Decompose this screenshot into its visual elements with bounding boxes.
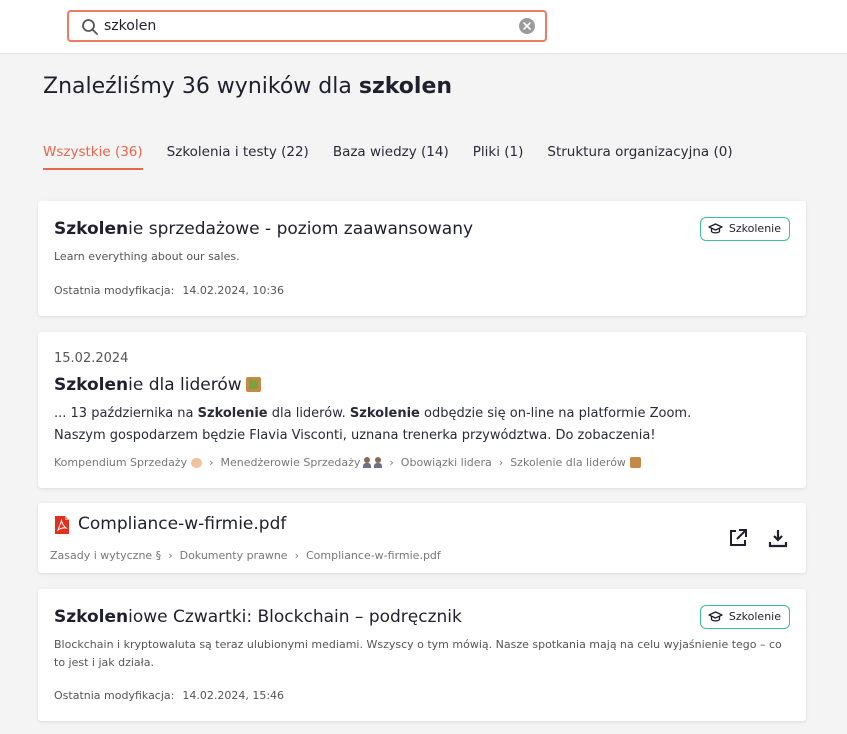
result-description: Blockchain i kryptowaluta są teraz ulubi… [54,638,782,669]
results-heading: Znaleźliśmy 36 wyników dla szkolen [43,74,452,99]
modified-label: Ostatnia modyfikacja: [54,284,175,297]
type-badge: Szkolenie [699,217,790,241]
pdf-file-icon [55,516,69,534]
file-title[interactable]: Compliance-w-firmie.pdf [78,514,286,534]
modified-value: 14.02.2024, 10:36 [182,284,285,297]
modified-label: Ostatnia modyfikacja: [54,689,175,702]
clear-search-icon[interactable] [519,18,535,34]
result-card-file[interactable]: Compliance-w-firmie.pdf Zasady i wytyczn… [38,503,806,573]
title-match: Szkolen [54,219,129,239]
breadcrumb: Kompendium Sprzedaży › Menedżerowie Sprz… [54,456,641,469]
result-excerpt: ... 13 października na Szkolenie dla lid… [54,403,714,447]
result-title[interactable]: Szkolenie sprzedażowe - poziom zaawansow… [54,219,473,239]
result-date: 15.02.2024 [54,351,129,366]
modified-value: 14.02.2024, 15:46 [182,689,285,702]
books-emoji-icon [629,457,641,468]
result-card-training-1[interactable]: Szkolenie sprzedażowe - poziom zaawansow… [38,201,806,316]
breadcrumb-item[interactable]: Kompendium Sprzedaży [54,456,187,469]
modified-info: Ostatnia modyfikacja: 14.02.2024, 15:46 [54,689,284,702]
tab-files[interactable]: Pliki (1) [473,144,524,170]
breadcrumb-item[interactable]: Szkolenie dla liderów [510,456,626,469]
graduation-cap-icon [708,611,723,622]
download-icon[interactable] [767,527,789,549]
type-badge: Szkolenie [699,605,790,629]
breadcrumb-item[interactable]: Menedżerowie Sprzedaży [221,456,361,469]
results-tabs: Wszystkie (36) Szkolenia i testy (22) Ba… [43,144,733,170]
badge-label: Szkolenie [728,610,781,623]
breadcrumb-separator: › [498,456,504,469]
breadcrumb-separator: › [209,456,214,469]
breadcrumb-separator: › [389,456,394,469]
breadcrumb-item[interactable]: Obowiązki lidera [401,456,492,469]
title-rest: ie dla liderów [128,375,242,395]
result-description: Learn everything about our sales. [54,250,240,263]
tab-org-structure[interactable]: Struktura organizacyjna (0) [547,144,732,170]
result-title[interactable]: Szkoleniowe Czwartki: Blockchain – podrę… [54,607,462,627]
open-external-icon[interactable] [727,527,749,549]
top-bar: szkolen [0,0,847,54]
person-emoji-icon [363,457,372,468]
breadcrumb-separator: › [294,549,299,562]
results-heading-text: Znaleźliśmy 36 wyników dla [43,74,359,99]
title-match: Szkolen [54,607,129,627]
title-match: Szkolen [54,375,129,395]
breadcrumb-item[interactable]: Dokumenty prawne [180,549,288,562]
results-query: szkolen [358,74,453,99]
person-emoji-icon [374,457,383,468]
breadcrumb-separator: › [168,549,173,562]
tab-all[interactable]: Wszystkie (36) [43,144,143,170]
excerpt-match: Szkolenie [197,406,268,421]
badge-label: Szkolenie [728,222,781,235]
tab-knowledge-base[interactable]: Baza wiedzy (14) [333,144,449,170]
breadcrumb-item[interactable]: Zasady i wytyczne § [50,549,161,562]
breadcrumb-item[interactable]: Compliance-w-firmie.pdf [306,549,441,562]
search-icon [82,19,98,35]
books-emoji-icon [245,377,261,392]
search-input[interactable]: szkolen [104,18,156,34]
search-box[interactable]: szkolen [67,10,547,42]
result-card-knowledge[interactable]: 15.02.2024 Szkolenie dla liderów ... 13 … [38,332,806,488]
result-card-training-2[interactable]: Szkoleniowe Czwartki: Blockchain – podrę… [38,589,806,721]
title-rest: ie sprzedażowe - poziom zaawansowany [128,219,474,239]
tab-trainings[interactable]: Szkolenia i testy (22) [167,144,309,170]
graduation-cap-icon [708,223,723,234]
excerpt-match: Szkolenie [349,406,420,421]
handshake-emoji-icon [191,457,203,468]
modified-info: Ostatnia modyfikacja: 14.02.2024, 10:36 [54,284,284,297]
title-rest: iowe Czwartki: Blockchain – podręcznik [128,607,462,627]
result-title[interactable]: Szkolenie dla liderów [54,375,261,395]
breadcrumb: Zasady i wytyczne § › Dokumenty prawne ›… [50,549,441,562]
excerpt-text: dla liderów. [267,406,350,421]
excerpt-text: ... 13 października na [54,406,198,421]
